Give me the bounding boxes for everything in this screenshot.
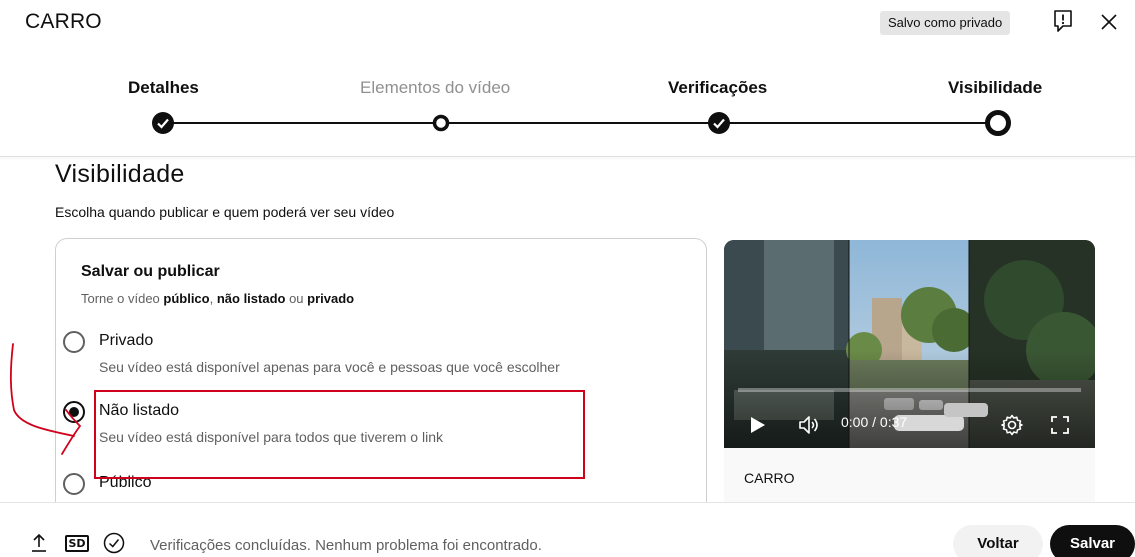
- step-video-elements-dot-icon[interactable]: [432, 114, 450, 132]
- step-details-check-icon[interactable]: [152, 112, 174, 134]
- play-icon[interactable]: [750, 416, 766, 434]
- video-title: CARRO: [744, 470, 795, 486]
- volume-icon[interactable]: [798, 414, 822, 436]
- video-time: 0:00 / 0:37: [841, 414, 908, 430]
- fullscreen-icon[interactable]: [1050, 415, 1070, 435]
- card-subtitle-prefix: Torne o vídeo: [81, 291, 164, 306]
- dialog-header: CARRO Salvo como privado: [0, 0, 1135, 48]
- step-checks-check-icon[interactable]: [708, 112, 730, 134]
- annotation-curve-mark: [9, 343, 82, 455]
- card-subtitle-sep: ou: [285, 291, 308, 306]
- settings-icon[interactable]: [1000, 413, 1024, 437]
- step-video-elements-label[interactable]: Elementos do vídeo: [360, 78, 510, 98]
- radio-public[interactable]: [63, 473, 85, 495]
- save-or-publish-card: Salvar ou publicar Torne o vídeo público…: [55, 238, 707, 538]
- visibility-subtitle: Escolha quando publicar e quem poderá ve…: [55, 204, 395, 220]
- card-subtitle: Torne o vídeo público, não listado ou pr…: [81, 291, 354, 306]
- feedback-icon[interactable]: [1052, 9, 1074, 33]
- dialog-title: CARRO: [25, 10, 102, 33]
- video-player[interactable]: 0:00 / 0:37: [724, 240, 1095, 448]
- highlight-annotation: [94, 390, 585, 479]
- sd-icon[interactable]: SD: [65, 535, 89, 552]
- saved-status-badge: Salvo como privado: [880, 11, 1011, 35]
- video-progress-bar[interactable]: [738, 388, 1081, 392]
- step-visibility-current-icon[interactable]: [984, 109, 1012, 137]
- card-title: Salvar ou publicar: [81, 263, 220, 280]
- video-preview-card: 0:00 / 0:37 CARRO: [724, 240, 1095, 502]
- upload-icon[interactable]: [30, 533, 48, 553]
- back-button[interactable]: Voltar: [953, 525, 1043, 557]
- card-subtitle-sep: ,: [209, 291, 217, 306]
- card-subtitle-unlisted: não listado: [216, 291, 286, 306]
- option-private-description: Seu vídeo está disponível apenas para vo…: [99, 359, 560, 375]
- option-private-label[interactable]: Privado: [99, 332, 153, 350]
- step-checks-label[interactable]: Verificações: [668, 78, 767, 98]
- upload-stepper: Detalhes Elementos do vídeo Verificações…: [0, 62, 1135, 157]
- card-subtitle-public: público: [163, 291, 210, 306]
- video-thumbnail: [724, 240, 1095, 448]
- step-visibility-label[interactable]: Visibilidade: [948, 78, 1042, 98]
- step-details-label[interactable]: Detalhes: [128, 78, 199, 98]
- check-icon[interactable]: [103, 532, 125, 554]
- dialog-footer: SD Verificações concluídas. Nenhum probl…: [0, 502, 1135, 557]
- stepper-track: [163, 122, 997, 124]
- close-icon[interactable]: [1097, 10, 1121, 34]
- card-subtitle-private: privado: [307, 291, 355, 306]
- visibility-title: Visibilidade: [55, 160, 185, 188]
- save-button[interactable]: Salvar: [1050, 525, 1135, 557]
- checks-status-text: Verificações concluídas. Nenhum problema…: [150, 537, 542, 554]
